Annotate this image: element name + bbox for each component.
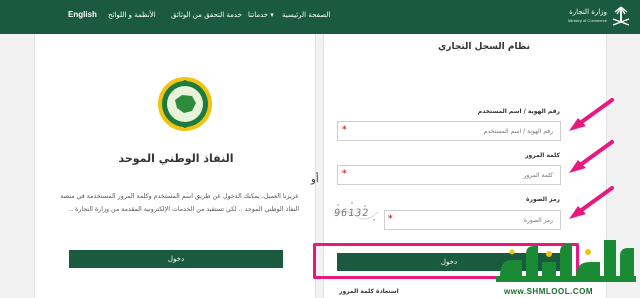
captcha-input[interactable] — [384, 210, 561, 230]
pointer-arrow-icon — [569, 98, 614, 131]
cr-system-title: نظام السجل التجاري — [438, 42, 530, 52]
captcha-code: 96132 — [333, 208, 370, 219]
top-navigation-bar: English الأنظمة و اللوائح خدمة التحقق من… — [0, 0, 640, 34]
nav-english[interactable]: English — [68, 10, 97, 19]
nav-our-services[interactable]: خدماتنا ▾ — [248, 11, 274, 19]
nafath-login-button[interactable]: دخول — [69, 250, 283, 268]
id-username-label: رقم الهوية / اسم المستخدم — [477, 108, 560, 115]
nafath-login-panel: النفاذ الوطني الموحد عزيزنا العميل، يمكن… — [34, 34, 316, 298]
brand-subtitle: Ministry of Commerce — [568, 18, 607, 23]
watermark-site-url: www.SHMLOOL.COM — [504, 287, 593, 296]
nav-regulations[interactable]: الأنظمة و اللوائح — [108, 11, 156, 19]
recover-password-link[interactable]: استعادة كلمة المرور — [339, 288, 399, 295]
palm-swords-emblem-icon — [612, 6, 630, 26]
pointer-arrow-icon — [569, 140, 614, 173]
ministry-logo[interactable]: وزارة التجارة Ministry of Commerce — [560, 4, 632, 30]
captcha-label: رمز الصورة — [526, 196, 560, 203]
nafath-title: النفاذ الوطني الموحد — [118, 152, 234, 165]
required-marker: * — [342, 169, 347, 179]
or-separator: أو — [311, 174, 319, 185]
nav-document-verification[interactable]: خدمة التحقق من الوثائق — [171, 11, 242, 19]
id-username-input[interactable] — [337, 121, 561, 141]
password-label: كلمة المرور — [525, 152, 560, 159]
nafath-description: عزيزنا العميل، يمكنك الدخول عن طريق اسم … — [60, 193, 299, 213]
required-marker: * — [388, 214, 393, 224]
nav-home[interactable]: الصفحة الرئيسية — [282, 11, 330, 19]
required-marker: * — [342, 125, 347, 135]
pointer-arrow-icon — [569, 186, 614, 219]
brand-name: وزارة التجارة — [569, 8, 607, 16]
nafath-emblem-icon — [158, 77, 212, 131]
password-input[interactable] — [337, 165, 561, 185]
